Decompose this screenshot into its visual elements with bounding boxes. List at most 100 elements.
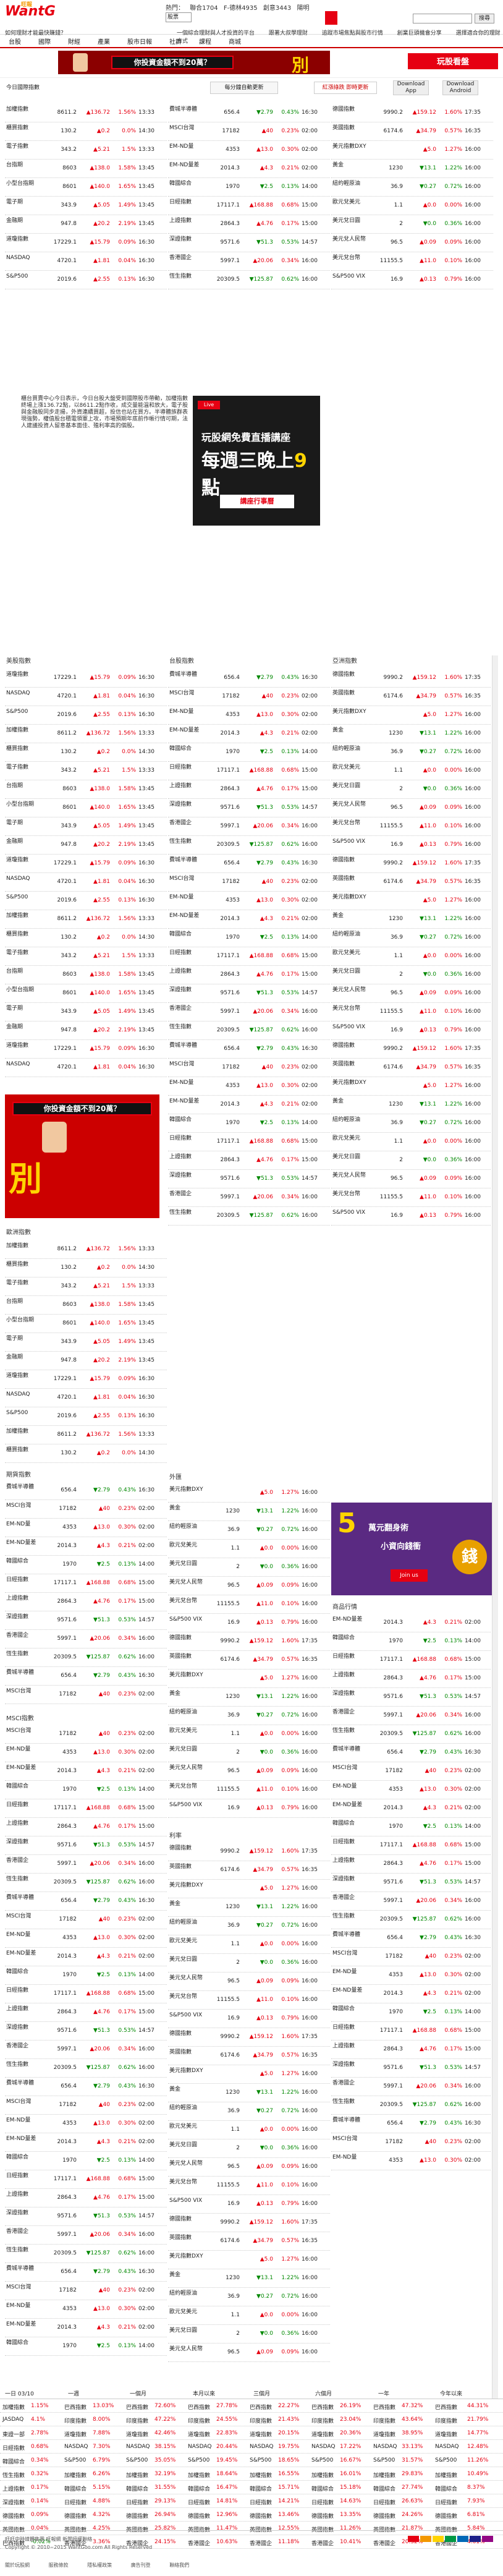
quote-row[interactable]: S&P500 VIX 16.9 ▲0.13 0.79% 16:00 (168, 2195, 330, 2214)
quote-row[interactable]: S&P500 VIX 16.9 ▲0.13 0.79% 16:00 (331, 836, 491, 855)
quote-name[interactable]: 韓國綜合 (332, 2006, 372, 2013)
quote-name[interactable]: 道瓊指數 (6, 1043, 46, 1049)
trend-col-header[interactable]: 一日 03/10 (5, 2389, 34, 2397)
quote-row[interactable]: 美元兌人民幣 96.5 ▲0.09 0.09% 16:00 (168, 2158, 330, 2177)
footer-link[interactable]: 廣告刊登 (131, 2562, 151, 2568)
quote-row[interactable]: 日經指數 17117.1 ▲168.88 0.68% 15:00 (168, 197, 330, 215)
trend-index-name[interactable]: 巴西指數 (64, 2403, 87, 2411)
quote-row[interactable]: NASDAQ 4720.1 ▲1.81 0.04% 16:30 (5, 873, 167, 892)
quote-row[interactable]: 香港國企 5997.1 ▲20.06 0.34% 16:00 (331, 1707, 491, 1725)
quote-name[interactable]: NASDAQ (6, 255, 46, 262)
quote-row[interactable]: 日經指數 17117.1 ▲168.88 0.68% 15:00 (168, 1133, 330, 1151)
quote-row[interactable]: 上證指數 2864.3 ▲4.76 0.17% 15:00 (331, 2041, 491, 2059)
trend-index-name[interactable]: 韓國綜合 (126, 2484, 148, 2493)
quote-name[interactable]: 櫃買指數 (6, 1261, 46, 1268)
quote-row[interactable]: 美元兌人民幣 96.5 ▲0.09 0.09% 16:00 (168, 2344, 330, 2362)
quote-row[interactable]: EM-ND量差 2014.3 ▲4.3 0.21% 02:00 (168, 725, 330, 743)
quote-name[interactable]: NASDAQ (6, 1061, 46, 1068)
quote-row[interactable]: 香港國企 5997.1 ▲20.06 0.34% 16:00 (5, 1630, 167, 1648)
quote-row[interactable]: 黃金 1230 ▼13.1 1.22% 16:00 (168, 1503, 330, 1521)
quote-name[interactable]: 道瓊指數 (6, 1373, 46, 1380)
quote-name[interactable]: 美元兌日圓 (332, 968, 372, 975)
quote-row[interactable]: EM-ND量 4353 ▲13.0 0.30% 02:00 (168, 892, 330, 910)
quote-row[interactable]: 上證指數 2864.3 ▲4.76 0.17% 15:00 (331, 1855, 491, 1874)
quote-name[interactable]: 日經指數 (6, 1577, 46, 1584)
trend-index-name[interactable]: 巴西指數 (311, 2403, 334, 2411)
quote-name[interactable]: EM-ND量 (332, 2154, 372, 2161)
quote-name[interactable]: EM-ND量差 (169, 913, 209, 919)
quote-name[interactable]: 深證指數 (169, 236, 209, 243)
quote-name[interactable]: 恆生指數 (6, 1651, 46, 1658)
quote-row[interactable]: 紐約輕原油 36.9 ▼0.27 0.72% 16:00 (331, 178, 493, 197)
quote-row[interactable]: 加權指數 8611.2 ▲136.72 1.56% 13:33 (5, 1426, 167, 1444)
quote-name[interactable]: EM-ND量差 (332, 1987, 372, 1994)
trend-index-name[interactable]: 道瓊指數 (435, 2430, 457, 2438)
quote-name[interactable]: 美元兌人民幣 (332, 1172, 372, 1179)
quote-row[interactable]: 上證指數 2864.3 ▲4.76 0.17% 15:00 (5, 1593, 167, 1611)
trend-index-name[interactable]: NASDAQ (188, 2444, 211, 2450)
quote-name[interactable]: EM-ND量差 (6, 2136, 46, 2143)
trend-index-name[interactable]: NASDAQ (126, 2444, 150, 2450)
trend-index-name[interactable]: 韓國綜合 (435, 2484, 457, 2493)
quote-row[interactable]: 台指期 8603 ▲138.0 1.58% 13:45 (5, 160, 167, 178)
quote-name[interactable]: 紐約輕原油 (332, 181, 372, 187)
quote-name[interactable]: 櫃買指數 (6, 1447, 46, 1454)
quote-row[interactable]: 上證指數 2864.3 ▲4.76 0.17% 15:00 (5, 1818, 167, 1836)
quote-row[interactable]: S&P500 2019.6 ▲2.55 0.13% 16:30 (5, 892, 167, 910)
quote-name[interactable]: 香港國企 (169, 820, 209, 827)
quote-name[interactable]: 深證指數 (332, 1876, 372, 1883)
trend-index-name[interactable]: 巴西指數 (373, 2403, 395, 2411)
quote-name[interactable]: S&P500 VIX (332, 1209, 372, 1216)
quote-name[interactable]: 恆生指數 (6, 2062, 46, 2068)
quote-row[interactable]: 加權指數 8611.2 ▲136.72 1.56% 13:33 (5, 910, 167, 929)
quote-name[interactable]: 韓國綜合 (6, 2340, 46, 2347)
quote-name[interactable]: 紐約輕原油 (332, 1117, 372, 1124)
quote-row[interactable]: EM-ND量 4353 ▲13.0 0.30% 02:00 (5, 1929, 167, 1948)
quote-row[interactable]: 紐約輕原油 36.9 ▼0.27 0.72% 16:00 (168, 1707, 330, 1725)
quote-name[interactable]: 費城半導體 (169, 1043, 209, 1049)
trend-index-name[interactable]: 印度指數 (250, 2416, 272, 2425)
quote-name[interactable]: 韓國綜合 (332, 1635, 372, 1642)
quote-row[interactable]: MSCI台灣 17182 ▲40 0.23% 02:00 (331, 1948, 491, 1966)
trend-index-name[interactable]: 德國指數 (435, 2512, 457, 2520)
trend-index-name[interactable]: 日經指數 (2, 2444, 25, 2452)
quote-row[interactable]: EM-ND量差 2014.3 ▲4.3 0.21% 02:00 (331, 1614, 491, 1632)
trend-index-name[interactable]: 德國指數 (250, 2512, 272, 2520)
trend-index-name[interactable]: 道瓊指數 (373, 2430, 395, 2438)
quote-row[interactable]: 上證指數 2864.3 ▲4.76 0.17% 15:00 (331, 1670, 491, 1688)
quote-name[interactable]: 電子期 (6, 1336, 46, 1342)
quote-row[interactable]: 美元兌人民幣 96.5 ▲0.09 0.09% 16:00 (331, 1170, 491, 1188)
quote-name[interactable]: 德國指數 (169, 2031, 209, 2037)
quote-name[interactable]: 美元兌人民幣 (169, 1765, 209, 1772)
quote-name[interactable]: S&P500 VIX (169, 1616, 209, 1623)
quote-name[interactable]: S&P500 VIX (332, 838, 372, 845)
quote-name[interactable]: 美元指數DXY (332, 709, 372, 715)
quote-row[interactable]: 深證指數 9571.6 ▼51.3 0.53% 14:57 (331, 2059, 491, 2078)
quote-row[interactable]: 費城半導體 656.4 ▼2.79 0.43% 16:30 (331, 2115, 491, 2133)
quote-name[interactable]: 美元兌台幣 (169, 1994, 209, 2000)
menu-item[interactable]: 台股 (9, 36, 21, 46)
quote-row[interactable]: MSCI台灣 17182 ▲40 0.23% 02:00 (168, 1059, 330, 1077)
quote-row[interactable]: 美元指數DXY ▲5.0 1.27% 16:00 (331, 892, 491, 910)
quote-name[interactable]: 英國指數 (332, 125, 372, 132)
quote-name[interactable]: S&P500 VIX (332, 273, 372, 280)
quote-row[interactable]: 費城半導體 656.4 ▼2.79 0.43% 16:30 (5, 1667, 167, 1686)
quote-name[interactable]: 美元指數DXY (169, 1486, 209, 1493)
trend-col-header[interactable]: 一個月 (130, 2389, 146, 2397)
quote-name[interactable]: 美元兌台幣 (332, 255, 372, 262)
quote-row[interactable]: 日經指數 17117.1 ▲168.88 0.68% 15:00 (5, 1799, 167, 1818)
quote-row[interactable]: 美元指數DXY ▲5.0 1.27% 16:00 (331, 706, 491, 725)
quote-name[interactable]: 美元兌台幣 (332, 1005, 372, 1012)
quote-name[interactable]: 紐約輕原油 (169, 1524, 209, 1530)
quote-row[interactable]: 加權指數 8611.2 ▲136.72 1.56% 13:33 (5, 104, 167, 122)
app-download-button[interactable]: Download App (393, 80, 429, 95)
quote-name[interactable]: 加權指數 (6, 1243, 46, 1250)
quote-name[interactable]: 金融期 (6, 218, 46, 224)
live-ad[interactable]: Live 玩股網免費直播講座 每週三晚上9點 講座行事曆 (193, 396, 320, 526)
menu-item[interactable]: 股市日報 (127, 36, 152, 46)
quote-row[interactable]: EM-ND量差 2014.3 ▲4.3 0.21% 02:00 (168, 1096, 330, 1114)
quote-name[interactable]: 費城半導體 (6, 2080, 46, 2087)
quote-name[interactable]: 英國指數 (169, 2235, 209, 2241)
footer-link[interactable]: 服務條款 (49, 2562, 69, 2568)
quote-name[interactable]: 德國指數 (332, 857, 372, 864)
